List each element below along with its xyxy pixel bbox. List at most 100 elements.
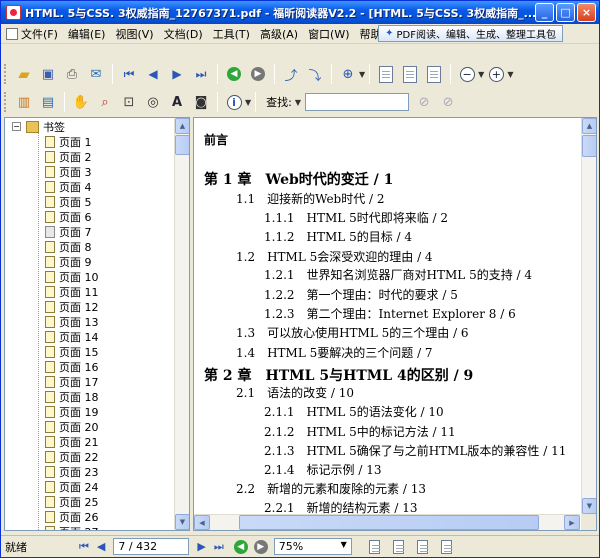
toolbar-grip[interactable] bbox=[4, 92, 8, 112]
menu-tools[interactable]: 工具(T) bbox=[208, 25, 255, 43]
menu-advanced[interactable]: 高级(A) bbox=[255, 25, 303, 43]
go-back-icon[interactable]: ◀ bbox=[223, 63, 245, 85]
menu-edit[interactable]: 编辑(E) bbox=[63, 25, 111, 43]
menu-file[interactable]: 文件(F) bbox=[1, 25, 63, 43]
snapshot-icon[interactable]: ⊡ bbox=[118, 91, 140, 113]
save-icon[interactable]: ▣ bbox=[37, 63, 59, 85]
bookmark-item[interactable]: 页面 8 bbox=[45, 239, 92, 254]
last-page-icon[interactable]: ⏭ bbox=[190, 63, 212, 85]
title-bar[interactable]: HTML. 5与CSS. 3权威指南_12767371.pdf - 福昕阅读器V… bbox=[1, 1, 599, 24]
collapse-icon[interactable]: − bbox=[12, 122, 21, 131]
bookmark-item[interactable]: 页面 11 bbox=[45, 284, 99, 299]
typewriter-icon[interactable]: A bbox=[166, 91, 188, 113]
document-view[interactable]: 前言第 1 章 Web时代的变迁 / 1 1.1 迎接新的Web时代 / 2 1.1… bbox=[193, 117, 597, 531]
scroll-right-button[interactable]: ▶ bbox=[564, 515, 580, 530]
continuous-view-icon[interactable] bbox=[388, 536, 410, 558]
next-page-icon[interactable]: ▶ bbox=[197, 540, 205, 553]
facing-view-icon[interactable] bbox=[412, 536, 434, 558]
bookmark-item[interactable]: 页面 17 bbox=[45, 374, 99, 389]
bookmarks-panel-icon[interactable]: ▥ bbox=[13, 91, 35, 113]
bookmark-item[interactable]: 页面 13 bbox=[45, 314, 99, 329]
first-page-icon[interactable]: ⏮ bbox=[118, 63, 140, 85]
select-text-icon[interactable]: ⌕ bbox=[94, 91, 116, 113]
bookmark-item[interactable]: 页面 10 bbox=[45, 269, 99, 284]
first-page-icon[interactable]: ⏮ bbox=[79, 540, 89, 554]
fit-page-icon[interactable] bbox=[399, 63, 421, 85]
menu-view[interactable]: 视图(V) bbox=[110, 25, 158, 43]
go-back-icon[interactable]: ◀ bbox=[233, 539, 248, 554]
thumbnails-panel-icon[interactable]: ▤ bbox=[37, 91, 59, 113]
chevron-down-icon[interactable]: ▼ bbox=[359, 70, 365, 79]
bookmark-item[interactable]: 页面 6 bbox=[45, 209, 92, 224]
bookmark-item[interactable]: 页面 26 bbox=[45, 509, 99, 524]
pdf-toolkit-banner[interactable]: ✦ PDF阅读、编辑、生成、整理工具包 bbox=[378, 25, 563, 42]
open-folder-icon[interactable]: ▰ bbox=[13, 63, 35, 85]
bookmarks-root[interactable]: − 书签 bbox=[12, 119, 65, 134]
close-button[interactable]: × bbox=[577, 3, 596, 22]
fit-width-icon[interactable] bbox=[423, 63, 445, 85]
go-forward-icon[interactable]: ▶ bbox=[247, 63, 269, 85]
camera-icon[interactable]: ◙ bbox=[190, 91, 212, 113]
previous-page-icon[interactable]: ◀ bbox=[142, 63, 164, 85]
go-forward-icon[interactable]: ▶ bbox=[253, 539, 268, 554]
rotate-right-icon[interactable]: ⤵ bbox=[304, 63, 326, 85]
find-options-chevron-icon[interactable]: ▼ bbox=[295, 98, 301, 107]
scroll-left-button[interactable]: ◀ bbox=[194, 515, 210, 530]
single-page-view-icon[interactable] bbox=[364, 536, 386, 558]
scroll-thumb[interactable] bbox=[175, 135, 189, 155]
next-page-icon[interactable]: ▶ bbox=[166, 63, 188, 85]
minimize-button[interactable]: _ bbox=[535, 3, 554, 22]
scroll-thumb[interactable] bbox=[239, 515, 539, 530]
bookmark-item[interactable]: 页面 27 bbox=[45, 524, 99, 530]
menu-window[interactable]: 窗口(W) bbox=[303, 25, 354, 43]
bookmark-item[interactable]: 页面 16 bbox=[45, 359, 99, 374]
bookmark-item[interactable]: 页面 14 bbox=[45, 329, 99, 344]
scroll-up-button[interactable]: ▲ bbox=[175, 118, 189, 134]
print-icon[interactable]: ⎙ bbox=[61, 63, 83, 85]
bookmark-item[interactable]: 页面 15 bbox=[45, 344, 99, 359]
bookmark-item[interactable]: 页面 23 bbox=[45, 464, 99, 479]
zoom-out-icon[interactable]: − bbox=[456, 63, 478, 85]
email-icon[interactable]: ✉ bbox=[85, 63, 107, 85]
bookmark-item[interactable]: 页面 21 bbox=[45, 434, 99, 449]
last-page-icon[interactable]: ⏭ bbox=[214, 540, 224, 554]
document-horizontal-scrollbar[interactable]: ◀ ▶ bbox=[194, 514, 580, 530]
bookmark-item[interactable]: 页面 7 bbox=[45, 224, 92, 239]
continuous-facing-view-icon[interactable] bbox=[436, 536, 458, 558]
zoom-select[interactable]: 75% ▼ bbox=[273, 538, 352, 555]
bookmark-item[interactable]: 页面 3 bbox=[45, 164, 92, 179]
actual-size-icon[interactable] bbox=[375, 63, 397, 85]
scroll-thumb[interactable] bbox=[582, 135, 596, 157]
scroll-up-button[interactable]: ▲ bbox=[582, 118, 596, 134]
binoculars-icon[interactable]: ◎ bbox=[142, 91, 164, 113]
bookmark-item[interactable]: 页面 24 bbox=[45, 479, 99, 494]
bookmark-item[interactable]: 页面 12 bbox=[45, 299, 99, 314]
scroll-down-button[interactable]: ▼ bbox=[175, 514, 189, 530]
find-next-icon[interactable]: ⊘ bbox=[437, 91, 459, 113]
chevron-down-icon[interactable]: ▼ bbox=[478, 70, 484, 79]
hand-tool-icon[interactable]: ✋ bbox=[70, 91, 92, 113]
bookmark-item[interactable]: 页面 1 bbox=[45, 134, 92, 149]
bookmark-item[interactable]: 页面 20 bbox=[45, 419, 99, 434]
zoom-in-icon[interactable]: ⊕ bbox=[337, 63, 359, 85]
document-vertical-scrollbar[interactable]: ▲ ▼ bbox=[581, 118, 596, 514]
bookmark-item[interactable]: 页面 5 bbox=[45, 194, 92, 209]
toolbar-grip[interactable] bbox=[4, 64, 8, 84]
bookmark-item[interactable]: 页面 19 bbox=[45, 404, 99, 419]
zoom-in-circle-icon[interactable]: + bbox=[485, 63, 507, 85]
page-number-field[interactable]: 7 / 432 bbox=[113, 538, 190, 555]
maximize-button[interactable]: □ bbox=[556, 3, 575, 22]
bookmark-item[interactable]: 页面 4 bbox=[45, 179, 92, 194]
bookmark-item[interactable]: 页面 25 bbox=[45, 494, 99, 509]
scroll-down-button[interactable]: ▼ bbox=[582, 498, 596, 514]
previous-page-icon[interactable]: ◀ bbox=[97, 540, 105, 553]
menu-document[interactable]: 文档(D) bbox=[159, 25, 208, 43]
bookmark-item[interactable]: 页面 9 bbox=[45, 254, 92, 269]
find-input[interactable] bbox=[305, 93, 410, 111]
find-previous-icon[interactable]: ⊘ bbox=[413, 91, 435, 113]
chevron-down-icon[interactable]: ▼ bbox=[245, 98, 251, 107]
rotate-left-icon[interactable]: ⤴ bbox=[280, 63, 302, 85]
bookmark-item[interactable]: 页面 2 bbox=[45, 149, 92, 164]
bookmark-item[interactable]: 页面 22 bbox=[45, 449, 99, 464]
bookmark-item[interactable]: 页面 18 bbox=[45, 389, 99, 404]
